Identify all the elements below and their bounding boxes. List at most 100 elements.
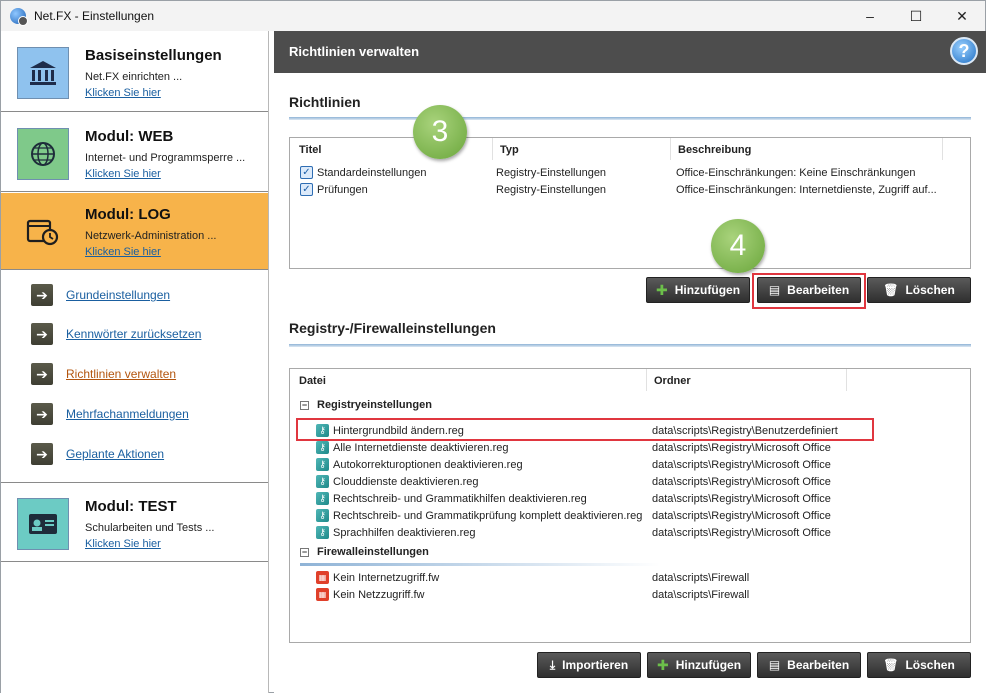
registry-table: Datei Ordner − Registryeinstellungen ⚷ Hi… (289, 368, 971, 643)
sidebar-item-kennwoerter[interactable]: ➔ Kennwörter zurücksetzen (31, 323, 201, 345)
collapse-icon[interactable]: − (300, 547, 309, 557)
folder-path: data\scripts\Registry\Microsoft Office (652, 442, 831, 454)
table-row[interactable]: ✓ Prüfungen Registry-Einstellungen Offic… (290, 182, 970, 199)
import-button[interactable]: ⤓ Importieren (537, 652, 641, 678)
folder-clock-icon (17, 206, 69, 258)
step-badge-3: 3 (413, 105, 467, 159)
edit-registry-button[interactable]: ▤ Bearbeiten (757, 652, 861, 678)
sidebar-item-label[interactable]: Geplante Aktionen (66, 447, 164, 461)
sidebar-item-mehrfachanmeldungen[interactable]: ➔ Mehrfachanmeldungen (31, 403, 189, 425)
sidebar-item-geplante-aktionen[interactable]: ➔ Geplante Aktionen (31, 443, 164, 465)
button-label: Löschen (905, 658, 955, 672)
registry-file-icon: ⚷ (316, 509, 329, 522)
collapse-icon[interactable]: − (300, 400, 309, 410)
add-policy-button[interactable]: ✚ Hinzufügen (646, 277, 750, 303)
module-desc: Schularbeiten und Tests ... (85, 522, 215, 534)
globe-icon (17, 128, 69, 180)
sidebar: Basiseinstellungen Net.FX einrichten ...… (1, 31, 269, 693)
arrow-right-icon: ➔ (31, 363, 53, 385)
checkbox-checked-icon[interactable]: ✓ (300, 166, 313, 179)
list-item[interactable]: ⚷ Alle Internetdienste deaktivieren.reg … (290, 440, 970, 457)
file-name: Alle Internetdienste deaktivieren.reg (333, 442, 509, 454)
sidebar-item-richtlinien[interactable]: ➔ Richtlinien verwalten (31, 363, 176, 385)
module-basic[interactable]: Basiseinstellungen Net.FX einrichten ...… (1, 31, 268, 112)
arrow-right-icon: ➔ (31, 443, 53, 465)
folder-path: data\scripts\Registry\Microsoft Office (652, 459, 831, 471)
group-header-firewall[interactable]: − Firewalleinstellungen (300, 544, 429, 560)
file-name: Kein Internetzugriff.fw (333, 572, 440, 584)
module-link[interactable]: Klicken Sie hier (85, 87, 161, 99)
policy-type: Registry-Einstellungen (496, 167, 607, 179)
section-divider (289, 117, 971, 120)
minimize-button[interactable]: – (847, 1, 893, 31)
import-icon: ⤓ (549, 657, 556, 672)
button-label: Hinzufügen (675, 658, 742, 672)
arrow-right-icon: ➔ (31, 403, 53, 425)
table-row[interactable]: ✓ Standardeinstellungen Registry-Einstel… (290, 165, 970, 182)
folder-path: data\scripts\Registry\Microsoft Office (652, 476, 831, 488)
list-item[interactable]: ▦ Kein Netzzugriff.fw data\scripts\Firew… (290, 587, 970, 604)
module-test[interactable]: Modul: TEST Schularbeiten und Tests ... … (1, 482, 268, 562)
group-header-registry[interactable]: − Registryeinstellungen (300, 397, 432, 413)
list-item[interactable]: ⚷ Rechtschreib- und Grammatikhilfen deak… (290, 491, 970, 508)
policy-title: Prüfungen (317, 184, 368, 196)
highlight-selected-file (296, 418, 874, 441)
sidebar-item-label[interactable]: Richtlinien verwalten (66, 367, 176, 381)
policy-type: Registry-Einstellungen (496, 184, 607, 196)
close-button[interactable]: ✕ (939, 1, 985, 31)
module-desc: Net.FX einrichten ... (85, 71, 183, 83)
title-bar: Net.FX - Einstellungen – ☐ ✕ (1, 1, 985, 31)
column-header-type[interactable]: Typ (493, 138, 671, 160)
group-label: Firewalleinstellungen (317, 546, 429, 558)
file-name: Clouddienste deaktivieren.reg (333, 476, 479, 488)
module-link[interactable]: Klicken Sie hier (85, 246, 161, 258)
delete-policy-button[interactable]: 🗑 Löschen (867, 277, 971, 303)
policy-description: Office-Einschränkungen: Internetdienste,… (676, 184, 937, 196)
sidebar-item-label[interactable]: Grundeinstellungen (66, 288, 170, 302)
firewall-file-icon: ▦ (316, 571, 329, 584)
arrow-right-icon: ➔ (31, 284, 53, 306)
app-logo-icon (10, 8, 28, 26)
policy-description: Office-Einschränkungen: Keine Einschränk… (676, 167, 916, 179)
list-item[interactable]: ⚷ Sprachhilfen deaktivieren.reg data\scr… (290, 525, 970, 542)
sidebar-item-grundeinstellungen[interactable]: ➔ Grundeinstellungen (31, 284, 170, 306)
module-web[interactable]: Modul: WEB Internet- und Programmsperre … (1, 112, 268, 192)
list-item[interactable]: ▦ Kein Internetzugriff.fw data\scripts\F… (290, 570, 970, 587)
folder-path: data\scripts\Firewall (652, 572, 750, 584)
column-header-file[interactable]: Datei (292, 369, 647, 391)
bank-icon (17, 47, 69, 99)
registry-file-icon: ⚷ (316, 492, 329, 505)
section-divider (289, 344, 971, 347)
delete-registry-button[interactable]: 🗑 Löschen (867, 652, 971, 678)
maximize-button[interactable]: ☐ (893, 1, 939, 31)
arrow-right-icon: ➔ (31, 323, 53, 345)
folder-path: data\scripts\Registry\Microsoft Office (652, 510, 831, 522)
add-registry-button[interactable]: ✚ Hinzufügen (647, 652, 751, 678)
plus-icon: ✚ (655, 281, 668, 298)
module-log[interactable]: Modul: LOG Netzwerk-Administration ... K… (1, 192, 268, 270)
checkbox-checked-icon[interactable]: ✓ (300, 183, 313, 196)
policies-table: Titel Typ Beschreibung ✓ Standardeinstel… (289, 137, 971, 269)
policy-title: Standardeinstellungen (317, 167, 427, 179)
list-item[interactable]: ⚷ Rechtschreib- und Grammatikprüfung kom… (290, 508, 970, 525)
sidebar-item-label[interactable]: Kennwörter zurücksetzen (66, 327, 201, 341)
module-link[interactable]: Klicken Sie hier (85, 168, 161, 180)
column-header-description[interactable]: Beschreibung (671, 138, 943, 160)
main-panel: Richtlinien verwalten ? Richtlinien Tite… (274, 31, 986, 693)
list-item[interactable]: ⚷ Clouddienste deaktivieren.reg data\scr… (290, 474, 970, 491)
registry-file-icon: ⚷ (316, 441, 329, 454)
file-name: Sprachhilfen deaktivieren.reg (333, 527, 476, 539)
folder-path: data\scripts\Firewall (652, 589, 750, 601)
folder-path: data\scripts\Registry\Microsoft Office (652, 527, 831, 539)
trash-icon: 🗑 (883, 658, 899, 672)
column-header-folder[interactable]: Ordner (647, 369, 847, 391)
group-label: Registryeinstellungen (317, 399, 432, 411)
highlight-edit-button (752, 273, 866, 309)
file-name: Autokorrekturoptionen deaktivieren.reg (333, 459, 523, 471)
module-title: Basiseinstellungen (85, 47, 222, 64)
list-item[interactable]: ⚷ Autokorrekturoptionen deaktivieren.reg… (290, 457, 970, 474)
window-title: Net.FX - Einstellungen (34, 9, 155, 23)
help-icon[interactable]: ? (950, 37, 978, 65)
module-link[interactable]: Klicken Sie hier (85, 538, 161, 550)
sidebar-item-label[interactable]: Mehrfachanmeldungen (66, 407, 189, 421)
